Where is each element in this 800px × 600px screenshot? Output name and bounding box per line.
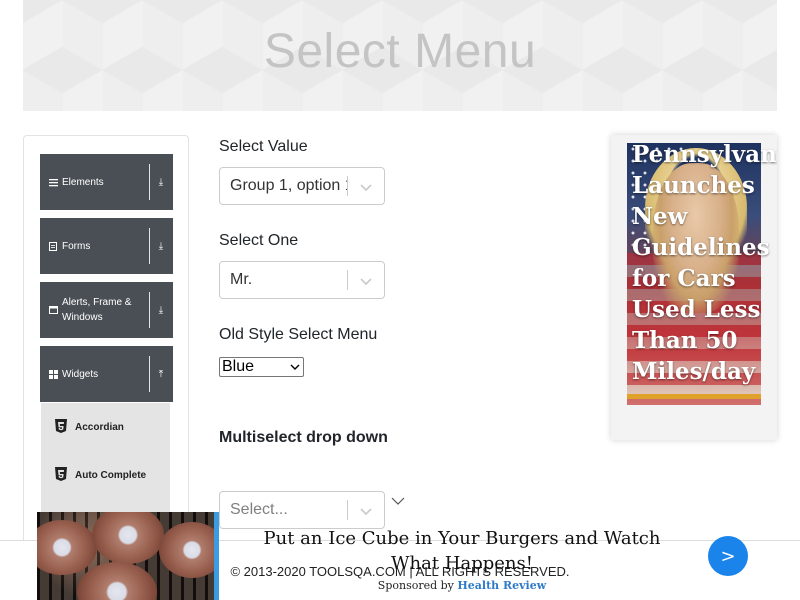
sidebar-group-label: Forms [62, 240, 91, 252]
chevron-down-icon[interactable] [358, 179, 374, 195]
ad-sponsor: Sponsored by Health Review [257, 579, 667, 592]
select-one-current: Mr. [230, 271, 253, 288]
upload-arrow-icon[interactable]: ⤒ [154, 346, 168, 402]
side-advertisement[interactable]: Pennsylvania Launches New Guidelines for… [611, 135, 777, 440]
divider [149, 164, 150, 200]
select-value-label: Select Value [219, 138, 308, 155]
old-style-select[interactable]: Blue [219, 357, 304, 377]
sidebar-group-alerts[interactable]: Alerts, Frame & Windows ⤓ [40, 282, 173, 338]
divider [347, 270, 348, 290]
grid-icon [49, 346, 58, 402]
hamburger-icon [49, 154, 58, 210]
select-value-current: Group 1, option 1 [230, 177, 348, 194]
ad-thumbnail[interactable] [37, 512, 219, 600]
select-one-dropdown[interactable]: Mr. [219, 261, 385, 299]
old-style-select-value: Blue [222, 358, 255, 375]
chevron-down-icon [290, 364, 300, 370]
html5-icon [55, 467, 67, 481]
form-icon [49, 218, 57, 274]
divider [149, 356, 150, 392]
html5-icon [55, 419, 67, 433]
page-title: Select Menu [263, 25, 537, 78]
sidebar-item-auto-complete[interactable]: Auto Complete [41, 451, 170, 499]
chevron-down-icon[interactable] [358, 273, 374, 289]
old-style-select-label: Old Style Select Menu [219, 326, 378, 343]
download-arrow-icon[interactable]: ⤓ [154, 282, 168, 338]
sidebar-group-label: Alerts, Frame & Windows [62, 297, 132, 323]
ad-headline[interactable]: Put an Ice Cube in Your Burgers and Watc… [257, 526, 667, 576]
sidebar-item-label: Accordian [75, 421, 124, 433]
sponsor-brand-link[interactable]: Health Review [457, 579, 546, 592]
divider [347, 176, 348, 196]
window-icon [49, 282, 58, 338]
sponsor-prefix: Sponsored by [377, 579, 454, 592]
ad-headline[interactable]: Pennsylvania Launches New Guidelines for… [619, 139, 777, 387]
sidebar-group-elements[interactable]: Elements ⤓ [40, 154, 173, 210]
page-banner: Select Menu [23, 0, 777, 111]
sidebar-item-label: Auto Complete [75, 469, 147, 481]
chevron-down-icon [391, 497, 405, 505]
sidebar-group-label: Widgets [62, 368, 99, 380]
download-arrow-icon[interactable]: ⤓ [154, 154, 168, 210]
thumbnail-edge [214, 512, 219, 600]
divider [149, 228, 150, 264]
ad-accent-bar [627, 394, 761, 399]
download-arrow-icon[interactable]: ⤓ [154, 218, 168, 274]
sidebar-item-accordian[interactable]: Accordian [41, 403, 170, 451]
select-value-dropdown[interactable]: Group 1, option 1 [219, 167, 385, 205]
multiselect-label: Multiselect drop down [219, 429, 388, 446]
select-one-label: Select One [219, 232, 299, 249]
burger-patty [159, 522, 219, 578]
divider [149, 292, 150, 328]
sidebar-group-label: Elements [62, 176, 104, 188]
sidebar-group-forms[interactable]: Forms ⤓ [40, 218, 173, 274]
ad-go-button[interactable]: > [708, 536, 748, 576]
sidebar-group-widgets[interactable]: Widgets ⤒ [40, 346, 173, 402]
bottom-advertisement[interactable]: Put an Ice Cube in Your Burgers and Watc… [37, 512, 800, 600]
